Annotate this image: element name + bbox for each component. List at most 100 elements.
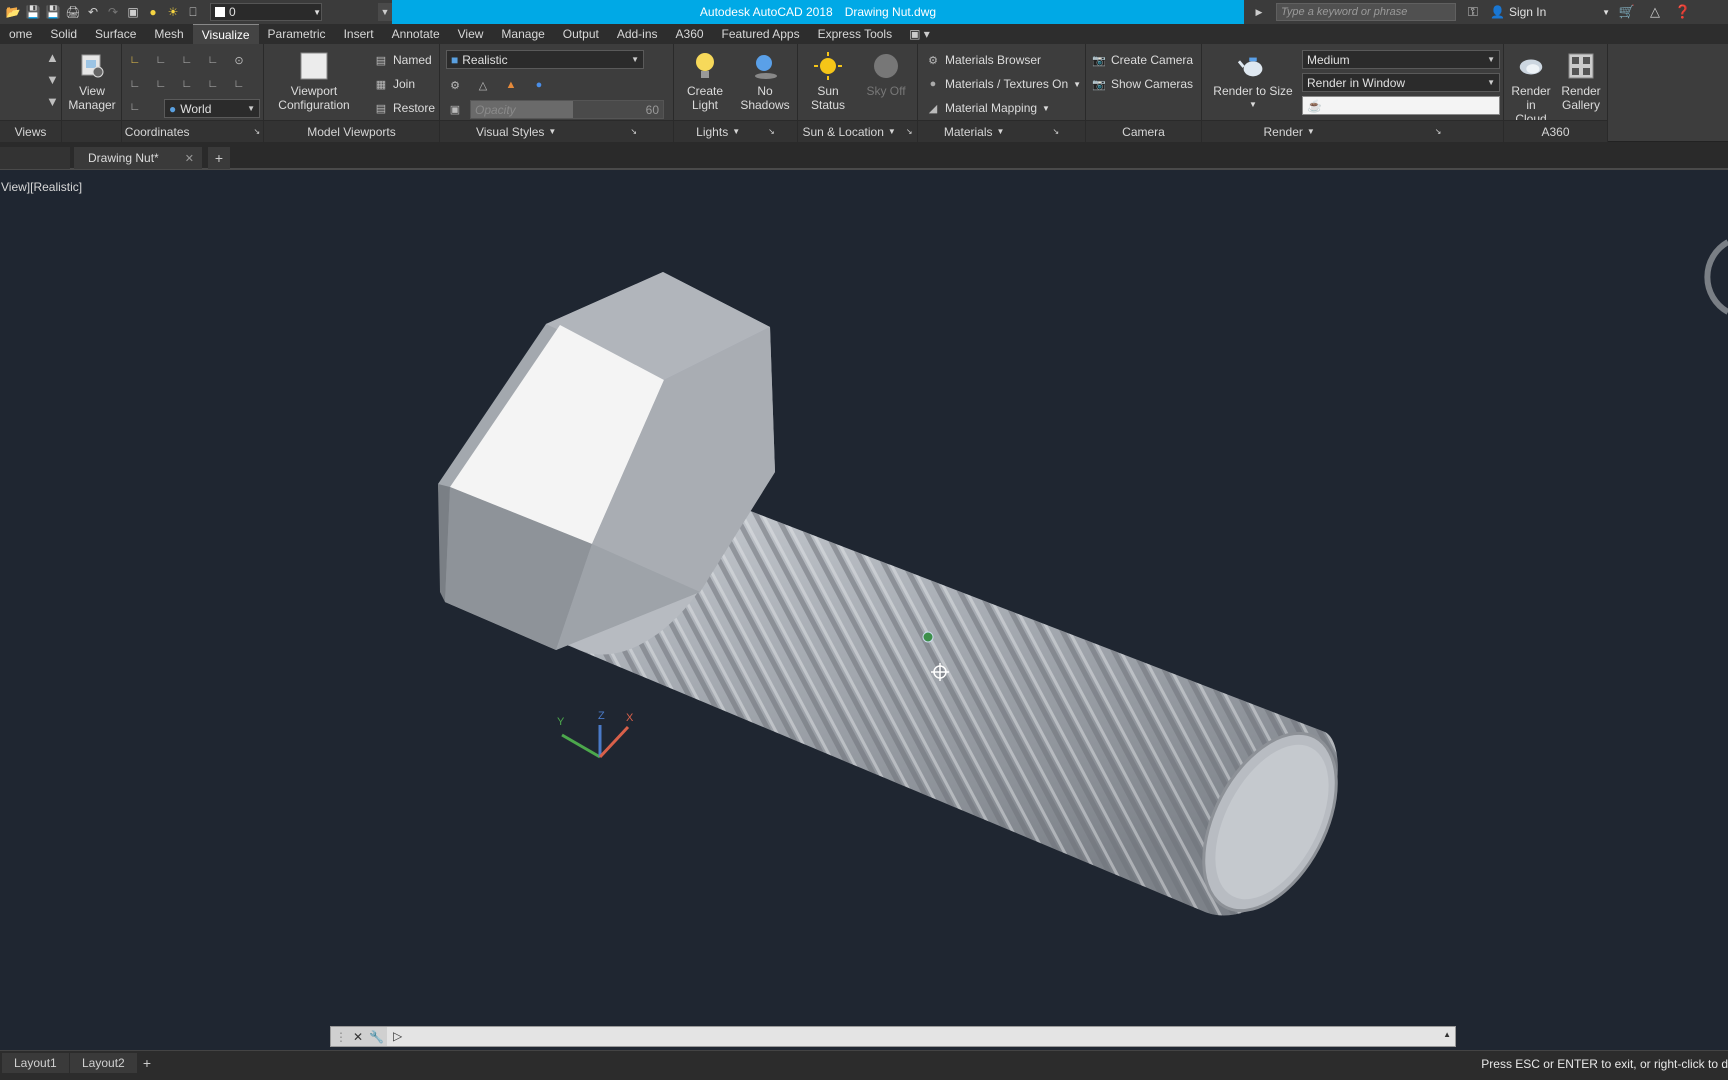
tab-ome[interactable]: ome bbox=[0, 24, 41, 44]
show-cameras-button[interactable]: 📷 Show Cameras bbox=[1092, 74, 1193, 94]
sky-off-button[interactable]: Sky Off bbox=[858, 50, 914, 98]
no-shadows-button[interactable]: No Shadows bbox=[736, 50, 794, 112]
ucs-origin-icon[interactable]: ∟ bbox=[206, 53, 220, 67]
binoculars-icon[interactable]: ⚿ bbox=[1462, 4, 1484, 20]
view-manager-button[interactable]: View Manager bbox=[65, 50, 119, 112]
material-mapping-button[interactable]: ◢ Material Mapping ▼ bbox=[926, 98, 1050, 118]
render-to-size-button[interactable]: Render to Size ▼ bbox=[1210, 50, 1296, 112]
tab-solid[interactable]: Solid bbox=[41, 24, 86, 44]
tab-express-tools[interactable]: Express Tools bbox=[809, 24, 901, 44]
add-layout-button[interactable]: + bbox=[136, 1053, 158, 1073]
search-input[interactable]: Type a keyword or phrase bbox=[1276, 3, 1456, 21]
properties-icon[interactable]: ▣ bbox=[124, 3, 142, 21]
tab-a360[interactable]: A360 bbox=[667, 24, 713, 44]
layout-tab-2[interactable]: Layout2 bbox=[70, 1053, 137, 1073]
create-camera-button[interactable]: 📷 Create Camera bbox=[1092, 50, 1193, 70]
qat-customize-icon[interactable]: ▼ bbox=[378, 3, 392, 21]
ucs-3point-icon[interactable]: ∟ bbox=[128, 77, 142, 91]
undo-icon[interactable]: ↶ bbox=[84, 3, 102, 21]
render-target-combo[interactable]: Render in Window ▼ bbox=[1302, 73, 1500, 92]
visual-style-combo[interactable]: ■ Realistic ▼ bbox=[446, 50, 644, 69]
tab-featured-apps[interactable]: Featured Apps bbox=[713, 24, 809, 44]
ucs-named-icon[interactable]: ⊙ bbox=[232, 53, 246, 67]
ucs-icon[interactable]: ∟ bbox=[128, 53, 142, 67]
close-icon[interactable]: ✕ bbox=[185, 152, 194, 165]
ucs-previous-icon[interactable]: ∟ bbox=[180, 53, 194, 67]
dialog-launcher-icon[interactable]: ↘ bbox=[630, 127, 637, 136]
dialog-launcher-icon[interactable]: ↘ bbox=[254, 127, 261, 136]
render-gallery-button[interactable]: Render Gallery bbox=[1556, 50, 1606, 112]
render-quality-combo[interactable]: Medium ▼ bbox=[1302, 50, 1500, 69]
render-in-cloud-button[interactable]: Render in Cloud bbox=[1506, 50, 1556, 126]
join-viewports-button[interactable]: ▦ Join bbox=[374, 74, 415, 94]
tab-annotate[interactable]: Annotate bbox=[383, 24, 449, 44]
restore-viewports-button[interactable]: ▤ Restore bbox=[374, 98, 435, 118]
new-tab-button[interactable]: + bbox=[208, 147, 230, 169]
command-input[interactable]: ▷ bbox=[387, 1027, 1437, 1046]
ucs-view-icon[interactable]: ∟ bbox=[232, 77, 246, 91]
document-tab[interactable]: Drawing Nut* ✕ bbox=[74, 147, 202, 169]
ribbon: ▲ ▼ ▼ Views View Manager ∟ ∟ ∟ ∟ ⊙ ∟ ∟ ∟… bbox=[0, 44, 1728, 142]
tab-output[interactable]: Output bbox=[554, 24, 608, 44]
create-light-button[interactable]: Create Light bbox=[676, 50, 734, 112]
tab-manage[interactable]: Manage bbox=[492, 24, 553, 44]
tab-parametric[interactable]: Parametric bbox=[259, 24, 335, 44]
bulb-icon[interactable]: ● bbox=[144, 3, 162, 21]
save-as-icon[interactable]: 💾 bbox=[44, 3, 62, 21]
wrench-icon[interactable]: 🔧 bbox=[369, 1030, 384, 1044]
lock-icon[interactable]: ⎕ bbox=[184, 3, 202, 21]
expand-icon[interactable]: ▼ bbox=[46, 94, 59, 109]
drawing-viewport[interactable]: View][Realistic] Y Z X bbox=[0, 172, 1728, 1026]
layout-tab-1[interactable]: Layout1 bbox=[2, 1053, 69, 1073]
ucs-world-icon[interactable]: ∟ bbox=[154, 53, 168, 67]
tab-insert[interactable]: Insert bbox=[335, 24, 383, 44]
layer-dropdown[interactable]: 0 ▼ bbox=[210, 3, 322, 21]
viewcube-compass[interactable] bbox=[1696, 232, 1728, 322]
help-icon[interactable]: ❓ bbox=[1672, 4, 1694, 20]
tab-mesh[interactable]: Mesh bbox=[145, 24, 192, 44]
cart-icon[interactable]: 🛒 bbox=[1616, 4, 1638, 20]
dialog-launcher-icon[interactable]: ↘ bbox=[1052, 127, 1059, 136]
sun-location-title: Sun & Location bbox=[802, 124, 884, 139]
dialog-launcher-icon[interactable]: ↘ bbox=[906, 127, 913, 136]
scroll-down-icon[interactable]: ▼ bbox=[46, 72, 59, 87]
ribbon-options-icon[interactable]: ▣ ▾ bbox=[901, 27, 938, 41]
edge-color-icon[interactable]: ▲ bbox=[504, 78, 518, 92]
save-icon[interactable]: 💾 bbox=[24, 3, 42, 21]
ucs-x-icon[interactable]: ∟ bbox=[154, 77, 168, 91]
sign-in-button[interactable]: 👤 Sign In ▼ bbox=[1490, 5, 1610, 19]
xray-icon[interactable]: △ bbox=[476, 78, 490, 92]
scroll-up-icon[interactable]: ▲ bbox=[46, 50, 59, 65]
tab-add-ins[interactable]: Add-ins bbox=[608, 24, 667, 44]
start-tab[interactable] bbox=[0, 147, 70, 169]
materials-browser-button[interactable]: ⚙ Materials Browser bbox=[926, 50, 1041, 70]
redo-icon[interactable]: ↷ bbox=[104, 3, 122, 21]
tab-visualize[interactable]: Visualize bbox=[192, 24, 259, 44]
search-expand-icon[interactable]: ▶ bbox=[1248, 7, 1270, 18]
close-icon[interactable]: ✕ bbox=[353, 1030, 363, 1044]
materials-textures-button[interactable]: ● Materials / Textures On ▼ bbox=[926, 74, 1081, 94]
a360-icon[interactable]: △ bbox=[1644, 4, 1666, 20]
bolt-model[interactable] bbox=[0, 172, 1728, 1026]
tab-view[interactable]: View bbox=[449, 24, 493, 44]
viewport-configuration-button[interactable]: Viewport Configuration bbox=[274, 50, 354, 112]
history-up-icon[interactable]: ▲ bbox=[1443, 1030, 1451, 1039]
sun-icon[interactable]: ☀ bbox=[164, 3, 182, 21]
ucs-z-icon[interactable]: ∟ bbox=[206, 77, 220, 91]
tab-surface[interactable]: Surface bbox=[86, 24, 145, 44]
grip-icon[interactable]: ⋮ bbox=[335, 1030, 347, 1044]
ucs-face-icon[interactable]: ∟ bbox=[128, 100, 142, 114]
dialog-launcher-icon[interactable]: ↘ bbox=[768, 127, 775, 136]
ucs-y-icon[interactable]: ∟ bbox=[180, 77, 194, 91]
named-viewports-button[interactable]: ▤ Named bbox=[374, 50, 432, 70]
shadow-icon bbox=[750, 50, 780, 82]
ucs-combo[interactable]: ● World ▼ bbox=[164, 99, 260, 118]
open-icon[interactable]: 📂 bbox=[4, 3, 22, 21]
sun-status-button[interactable]: Sun Status bbox=[800, 50, 856, 112]
face-color-icon[interactable]: ● bbox=[532, 78, 546, 92]
plot-icon[interactable]: 🖨 bbox=[64, 3, 82, 21]
edge-effects-icon[interactable]: ⚙ bbox=[448, 78, 462, 92]
dialog-launcher-icon[interactable]: ↘ bbox=[1435, 127, 1442, 136]
render-output-field[interactable]: ☕ bbox=[1302, 96, 1500, 115]
opacity-slider[interactable]: Opacity 60 bbox=[470, 100, 664, 119]
